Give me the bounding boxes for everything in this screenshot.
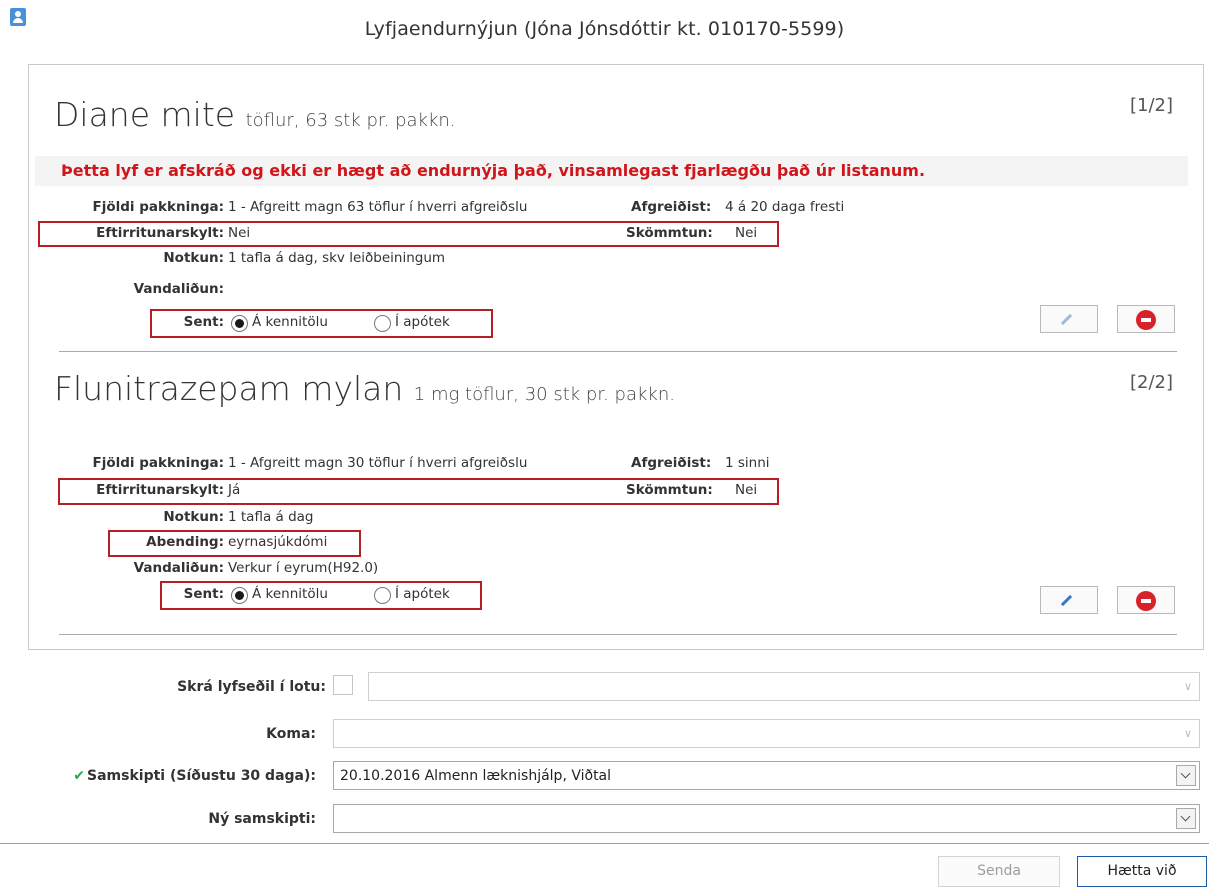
radio-apotek[interactable] (374, 587, 391, 604)
problem-label: Vandaliðun: (133, 560, 224, 576)
pencil-icon (1060, 594, 1073, 607)
indication-value: eyrnasjúkdómi (228, 534, 328, 550)
remove-icon (1136, 591, 1156, 611)
contact-row: ✔ Samskipti (Síðustu 30 daga): 20.10.2016… (0, 761, 1209, 791)
footer-separator (0, 843, 1209, 844)
separator (59, 634, 1177, 635)
window-title: Lyfjaendurnýjun (Jóna Jónsdóttir kt. 010… (364, 18, 845, 40)
chevron-down-icon (1176, 808, 1196, 829)
problem-value: Verkur í eyrum(H92.0) (228, 560, 379, 576)
contact-label: Samskipti (Síðustu 30 daga): (87, 768, 316, 784)
usage-label: Notkun: (163, 509, 224, 525)
deregistered-warning: Þetta lyf er afskráð og ekki er hægt að … (61, 161, 926, 180)
medication-card: Flunitrazepam mylan 1 mg töflur, 30 stk … (29, 352, 1203, 649)
drug-form: 1 mg töflur, 30 stk pr. pakkn. (413, 384, 675, 405)
medication-card: Diane mite töflur, 63 stk pr. pakkn. [1/… (29, 65, 1203, 352)
dosing-value: Nei (735, 482, 758, 498)
drug-heading: Flunitrazepam mylan 1 mg töflur, 30 stk … (54, 369, 675, 408)
radio-kennitala-label[interactable]: Á kennitölu (252, 314, 328, 330)
contact-label-group: ✔ Samskipti (Síðustu 30 daga): (73, 768, 316, 784)
new-contact-label: Ný samskipti: (208, 811, 316, 827)
batch-label: Skrá lyfseðil í lotu: (177, 679, 326, 695)
radio-apotek[interactable] (374, 315, 391, 332)
remove-button[interactable] (1117, 586, 1175, 614)
chevron-down-icon: ∨ (1183, 680, 1192, 693)
batch-select[interactable]: ∨ (368, 672, 1200, 701)
usage-value: 1 tafla á dag, skv leiðbeiningum (228, 250, 446, 266)
problem-row: Vandaliðun: (29, 281, 929, 301)
batch-checkbox[interactable] (333, 675, 353, 695)
dispensed-label: Afgreiðist: (631, 199, 712, 215)
indication-label: Abending: (146, 534, 224, 550)
checkmark-icon: ✔ (73, 768, 86, 784)
sent-label: Sent: (183, 314, 224, 330)
cancel-button[interactable]: Hætta við (1077, 856, 1207, 887)
drug-name: Flunitrazepam mylan (54, 369, 404, 408)
sent-row: Sent: Á kennitölu Í apótek (29, 586, 629, 606)
packages-value: 1 - Afgreitt magn 63 töflur í hverri afg… (228, 199, 528, 215)
new-contact-select[interactable] (333, 804, 1200, 833)
edit-button[interactable] (1040, 586, 1098, 614)
packages-label: Fjöldi pakkninga: (92, 199, 225, 215)
drug-name: Diane mite (54, 95, 236, 134)
monitoring-label: Eftirritunarskylt: (96, 482, 224, 498)
dosing-value: Nei (735, 225, 758, 241)
radio-kennitala-label[interactable]: Á kennitölu (252, 586, 328, 602)
sent-row: Sent: Á kennitölu Í apótek (29, 314, 629, 334)
problem-row: Vandaliðun: Verkur í eyrum(H92.0) (29, 560, 929, 580)
monitoring-value: Nei (228, 225, 251, 241)
contact-select-value: 20.10.2016 Almenn læknishjálp, Viðtal (340, 768, 612, 784)
problem-label: Vandaliðun: (133, 281, 224, 297)
remove-button[interactable] (1117, 305, 1175, 333)
dosing-label: Skömmtun: (626, 225, 713, 241)
drug-counter: [2/2] (1129, 372, 1173, 393)
drug-counter: [1/2] (1129, 95, 1173, 116)
monitoring-value: Já (228, 482, 241, 498)
title-bar: Lyfjaendurnýjun (Jóna Jónsdóttir kt. 010… (0, 0, 1209, 50)
medication-list[interactable]: Diane mite töflur, 63 stk pr. pakkn. [1/… (28, 64, 1204, 650)
usage-value: 1 tafla á dag (228, 509, 314, 525)
usage-label: Notkun: (163, 250, 224, 266)
chevron-down-icon: ∨ (1183, 727, 1192, 740)
arrival-row: Koma: ∨ (0, 719, 1209, 749)
dispensed-value: 4 á 20 daga fresti (725, 199, 845, 215)
batch-row: Skrá lyfseðil í lotu: ∨ (0, 672, 1209, 702)
pencil-icon (1060, 313, 1073, 326)
dispensed-value: 1 sinni (725, 455, 770, 471)
arrival-label: Koma: (266, 726, 316, 742)
chevron-down-icon (1176, 765, 1196, 786)
sent-label: Sent: (183, 586, 224, 602)
packages-label: Fjöldi pakkninga: (92, 455, 225, 471)
monitoring-row: Eftirritunarskylt: Já Skömmtun: Nei (29, 482, 929, 502)
radio-kennitala[interactable] (231, 315, 248, 332)
dispensed-label: Afgreiðist: (631, 455, 712, 471)
radio-apotek-label[interactable]: Í apótek (395, 314, 450, 330)
arrival-select[interactable]: ∨ (333, 719, 1200, 748)
radio-apotek-label[interactable]: Í apótek (395, 586, 450, 602)
indication-row: Abending: eyrnasjúkdómi (29, 534, 929, 554)
radio-kennitala[interactable] (231, 587, 248, 604)
usage-row: Notkun: 1 tafla á dag (29, 509, 929, 529)
packages-value: 1 - Afgreitt magn 30 töflur í hverri afg… (228, 455, 528, 471)
monitoring-label: Eftirritunarskylt: (96, 225, 224, 241)
remove-icon (1136, 310, 1156, 330)
usage-row: Notkun: 1 tafla á dag, skv leiðbeiningum (29, 250, 929, 270)
monitoring-row: Eftirritunarskylt: Nei Skömmtun: Nei (29, 225, 929, 245)
send-button[interactable]: Senda (938, 856, 1060, 887)
edit-button[interactable] (1040, 305, 1098, 333)
drug-heading: Diane mite töflur, 63 stk pr. pakkn. (54, 95, 456, 134)
dosing-label: Skömmtun: (626, 482, 713, 498)
new-contact-row: Ný samskipti: (0, 804, 1209, 834)
drug-form: töflur, 63 stk pr. pakkn. (245, 110, 456, 131)
contact-select[interactable]: 20.10.2016 Almenn læknishjálp, Viðtal (333, 761, 1200, 790)
packages-row: Fjöldi pakkninga: 1 - Afgreitt magn 63 t… (29, 199, 929, 219)
packages-row: Fjöldi pakkninga: 1 - Afgreitt magn 30 t… (29, 455, 929, 475)
